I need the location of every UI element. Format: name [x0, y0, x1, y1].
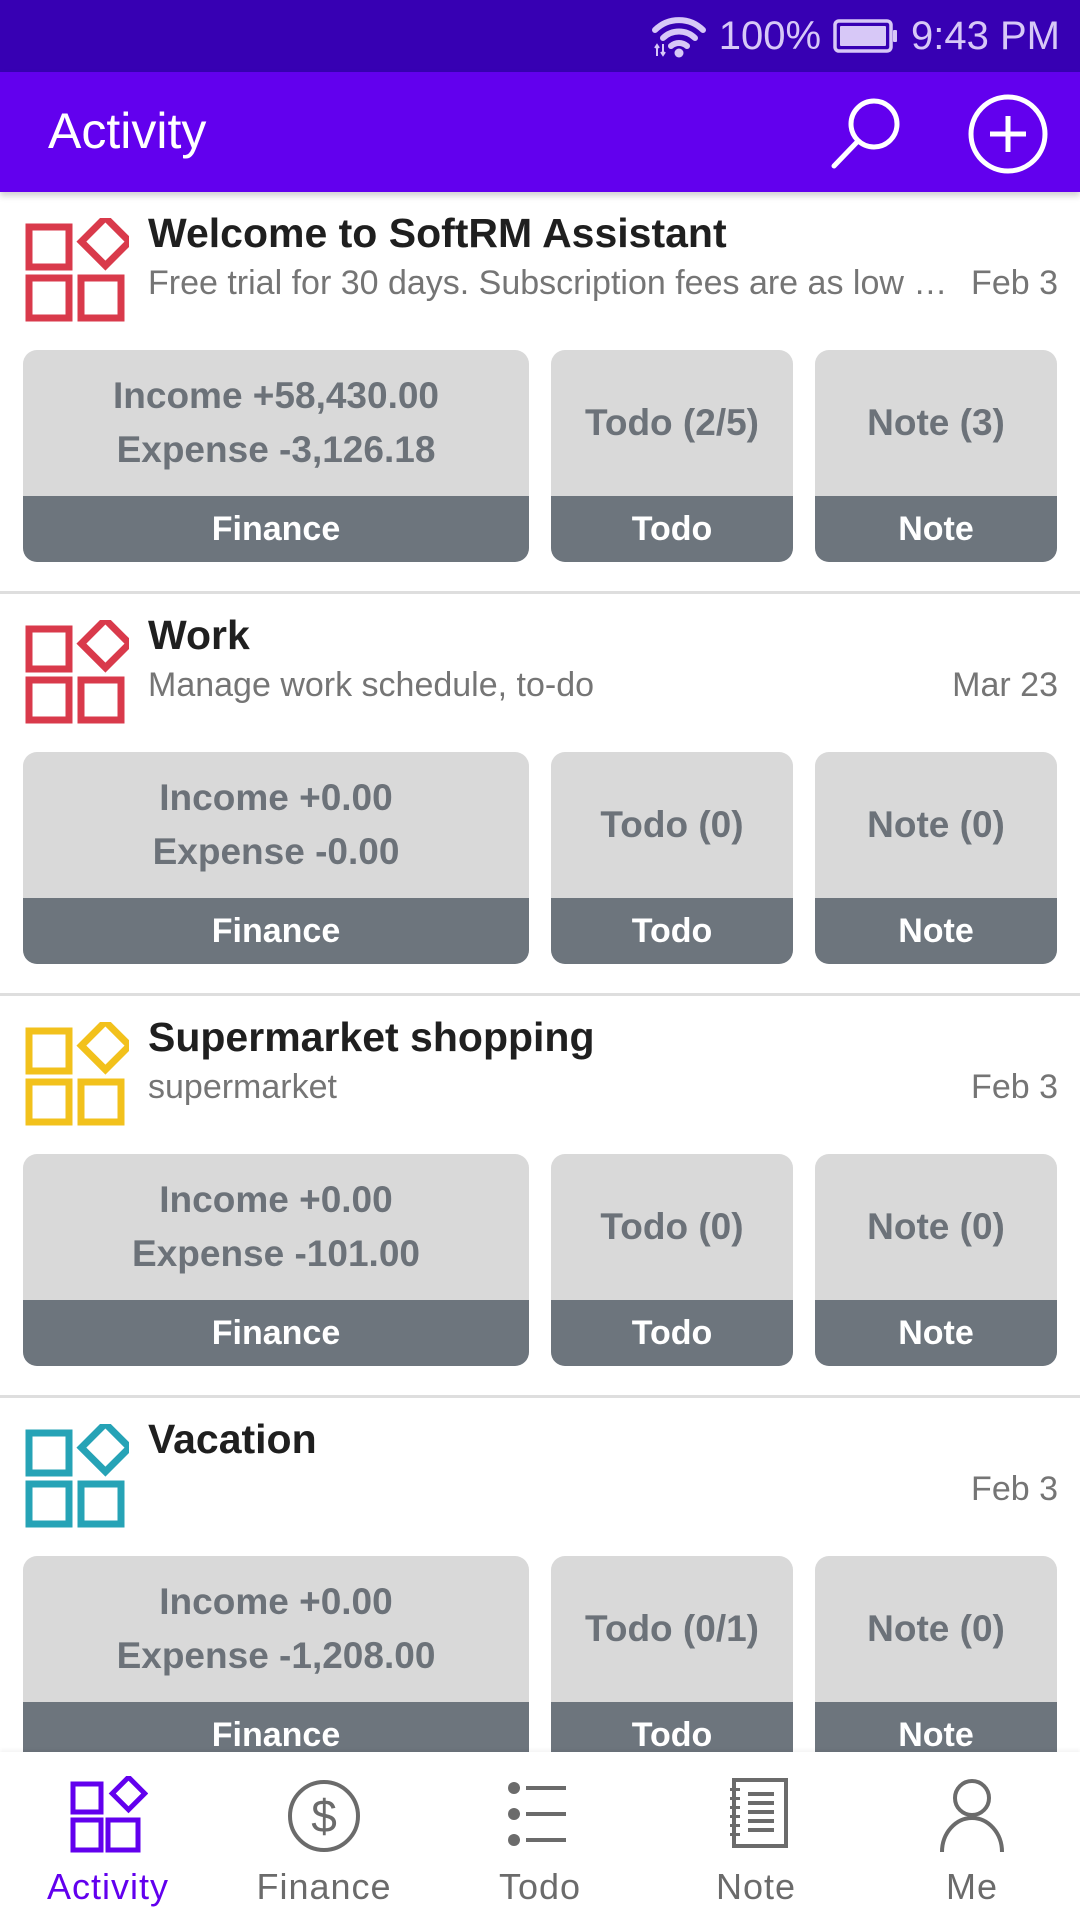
add-circle-icon [968, 94, 1048, 174]
income-amount: Income +0.00 [159, 777, 393, 818]
search-icon [831, 98, 900, 169]
activity-date: Feb 3 [963, 1068, 1058, 1107]
note-count: Note (3) [867, 402, 1005, 443]
battery-percent: 100% [718, 13, 822, 58]
todo-tile[interactable]: Todo (2/5) Todo [551, 350, 793, 562]
activity-title: Welcome to SoftRM Assistant [148, 210, 727, 256]
dollar-circle-icon: $ [288, 1780, 360, 1852]
activity-card[interactable]: Welcome to SoftRM Assistant Free trial f… [0, 192, 1080, 594]
todo-count: Todo (0) [600, 804, 744, 845]
add-activity-button[interactable] [966, 92, 1050, 176]
todo-tile-label: Todo [551, 496, 793, 562]
income-amount: Income +0.00 [159, 1581, 393, 1622]
activity-subtitle: Free trial for 30 days. Subscription fee… [148, 264, 948, 302]
note-count: Note (0) [867, 1608, 1005, 1649]
todo-tile-label: Todo [551, 1300, 793, 1366]
activity-date: Feb 3 [963, 264, 1058, 303]
clock: 9:43 PM [911, 13, 1060, 58]
todo-tile-label: Todo [551, 898, 793, 964]
status-bar: 100% 9:43 PM [0, 0, 1080, 72]
todo-tile[interactable]: Todo (0) Todo [551, 752, 793, 964]
activity-card[interactable]: Vacation Feb 3 Income +0.00 Expense -1,2… [0, 1398, 1080, 1752]
expense-amount: Expense -3,126.18 [116, 429, 436, 470]
activity-list[interactable]: Welcome to SoftRM Assistant Free trial f… [0, 192, 1080, 1752]
list-icon [508, 1782, 566, 1846]
todo-tile-label: Todo [551, 1702, 793, 1752]
nav-label: Me [945, 1866, 998, 1907]
nav-label: Todo [498, 1866, 582, 1907]
person-icon [940, 1779, 1004, 1853]
activity-title: Work [148, 612, 250, 658]
nav-item-finance[interactable]: $ Finance [216, 1752, 432, 1920]
search-button[interactable] [826, 94, 904, 172]
note-tile[interactable]: Note (3) Note [815, 350, 1057, 562]
activity-date: Feb 3 [963, 1470, 1058, 1509]
svg-text:$: $ [311, 1790, 337, 1842]
finance-tile[interactable]: Income +0.00 Expense -101.00 Finance [23, 1154, 529, 1366]
activity-subtitle: Manage work schedule, to-do [148, 666, 595, 704]
nav-label: Note [715, 1866, 797, 1907]
finance-tile[interactable]: Income +0.00 Expense -0.00 Finance [23, 752, 529, 964]
activity-category-icon [25, 620, 129, 724]
nav-item-todo[interactable]: Todo [432, 1752, 648, 1920]
income-amount: Income +58,430.00 [112, 375, 440, 416]
nav-item-activity[interactable]: Activity [0, 1752, 216, 1920]
activity-title: Vacation [148, 1416, 317, 1462]
activity-icon [70, 1776, 148, 1853]
finance-tile-label: Finance [23, 1300, 529, 1366]
note-count: Note (0) [867, 1206, 1005, 1247]
note-tile[interactable]: Note (0) Note [815, 752, 1057, 964]
todo-tile[interactable]: Todo (0) Todo [551, 1154, 793, 1366]
nav-item-me[interactable]: Me [864, 1752, 1080, 1920]
app-bar: Activity [0, 72, 1080, 192]
activity-date: Mar 23 [944, 666, 1058, 705]
todo-tile[interactable]: Todo (0/1) Todo [551, 1556, 793, 1752]
nav-label: Finance [256, 1866, 392, 1907]
nav-label: Activity [46, 1866, 169, 1907]
activity-title: Supermarket shopping [148, 1014, 595, 1060]
note-tile-label: Note [815, 1702, 1057, 1752]
bottom-nav: Activity $ Finance Todo Note Me [0, 1752, 1080, 1920]
note-tile-label: Note [815, 1300, 1057, 1366]
nav-item-note[interactable]: Note [648, 1752, 864, 1920]
battery-icon [833, 19, 899, 53]
note-tile-label: Note [815, 496, 1057, 562]
notebook-icon [730, 1778, 788, 1848]
activity-category-icon [25, 1424, 129, 1528]
activity-card[interactable]: Supermarket shopping supermarket Feb 3 I… [0, 996, 1080, 1398]
note-count: Note (0) [867, 804, 1005, 845]
expense-amount: Expense -1,208.00 [116, 1635, 436, 1676]
expense-amount: Expense -101.00 [132, 1233, 420, 1274]
page-title: Activity [48, 103, 207, 159]
activity-card[interactable]: Work Manage work schedule, to-do Mar 23 … [0, 594, 1080, 996]
income-amount: Income +0.00 [159, 1179, 393, 1220]
note-tile-label: Note [815, 898, 1057, 964]
activity-subtitle: supermarket [148, 1068, 337, 1106]
todo-count: Todo (0/1) [584, 1608, 759, 1649]
todo-count: Todo (2/5) [584, 402, 759, 443]
expense-amount: Expense -0.00 [152, 831, 400, 872]
wifi-icon [651, 14, 707, 58]
finance-tile[interactable]: Income +58,430.00 Expense -3,126.18 Fina… [23, 350, 529, 562]
activity-category-icon [25, 218, 129, 322]
activity-category-icon [25, 1022, 129, 1126]
finance-tile[interactable]: Income +0.00 Expense -1,208.00 Finance [23, 1556, 529, 1752]
note-tile[interactable]: Note (0) Note [815, 1154, 1057, 1366]
finance-tile-label: Finance [23, 496, 529, 562]
finance-tile-label: Finance [23, 898, 529, 964]
note-tile[interactable]: Note (0) Note [815, 1556, 1057, 1752]
todo-count: Todo (0) [600, 1206, 744, 1247]
finance-tile-label: Finance [23, 1702, 529, 1752]
